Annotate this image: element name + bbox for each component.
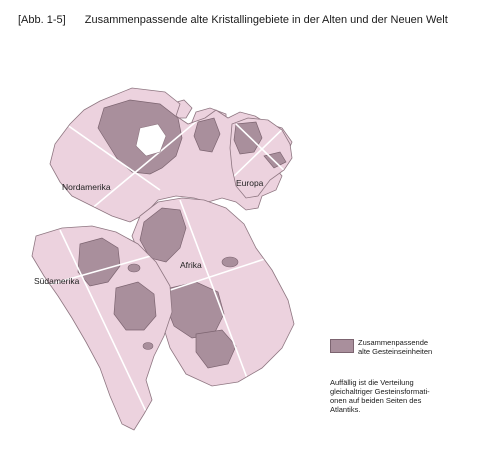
legend-label-line1: Zusammenpassende [358, 338, 429, 347]
shield-patch [221, 256, 239, 268]
legend-label-line2: alte Gesteinseinheiten [358, 347, 433, 356]
shield-patch [142, 342, 154, 350]
shield-patch [127, 263, 141, 273]
caption-note: Auffällig ist die Verteilung gleichaltri… [330, 378, 465, 414]
legend-text: Zusammenpassende alte Gesteinseinheiten [358, 338, 478, 356]
legend-swatch [330, 339, 354, 353]
label-nordamerika: Nordamerika [62, 182, 111, 192]
note-line: gleichaltriger Gesteinsformati- [330, 387, 430, 396]
label-europa: Europa [236, 178, 264, 188]
label-suedamerika: Südamerika [34, 276, 80, 286]
note-line: onen auf beiden Seiten des [330, 396, 422, 405]
note-line: Auffällig ist die Verteilung [330, 378, 414, 387]
label-afrika: Afrika [180, 260, 202, 270]
note-line: Atlantiks. [330, 405, 361, 414]
